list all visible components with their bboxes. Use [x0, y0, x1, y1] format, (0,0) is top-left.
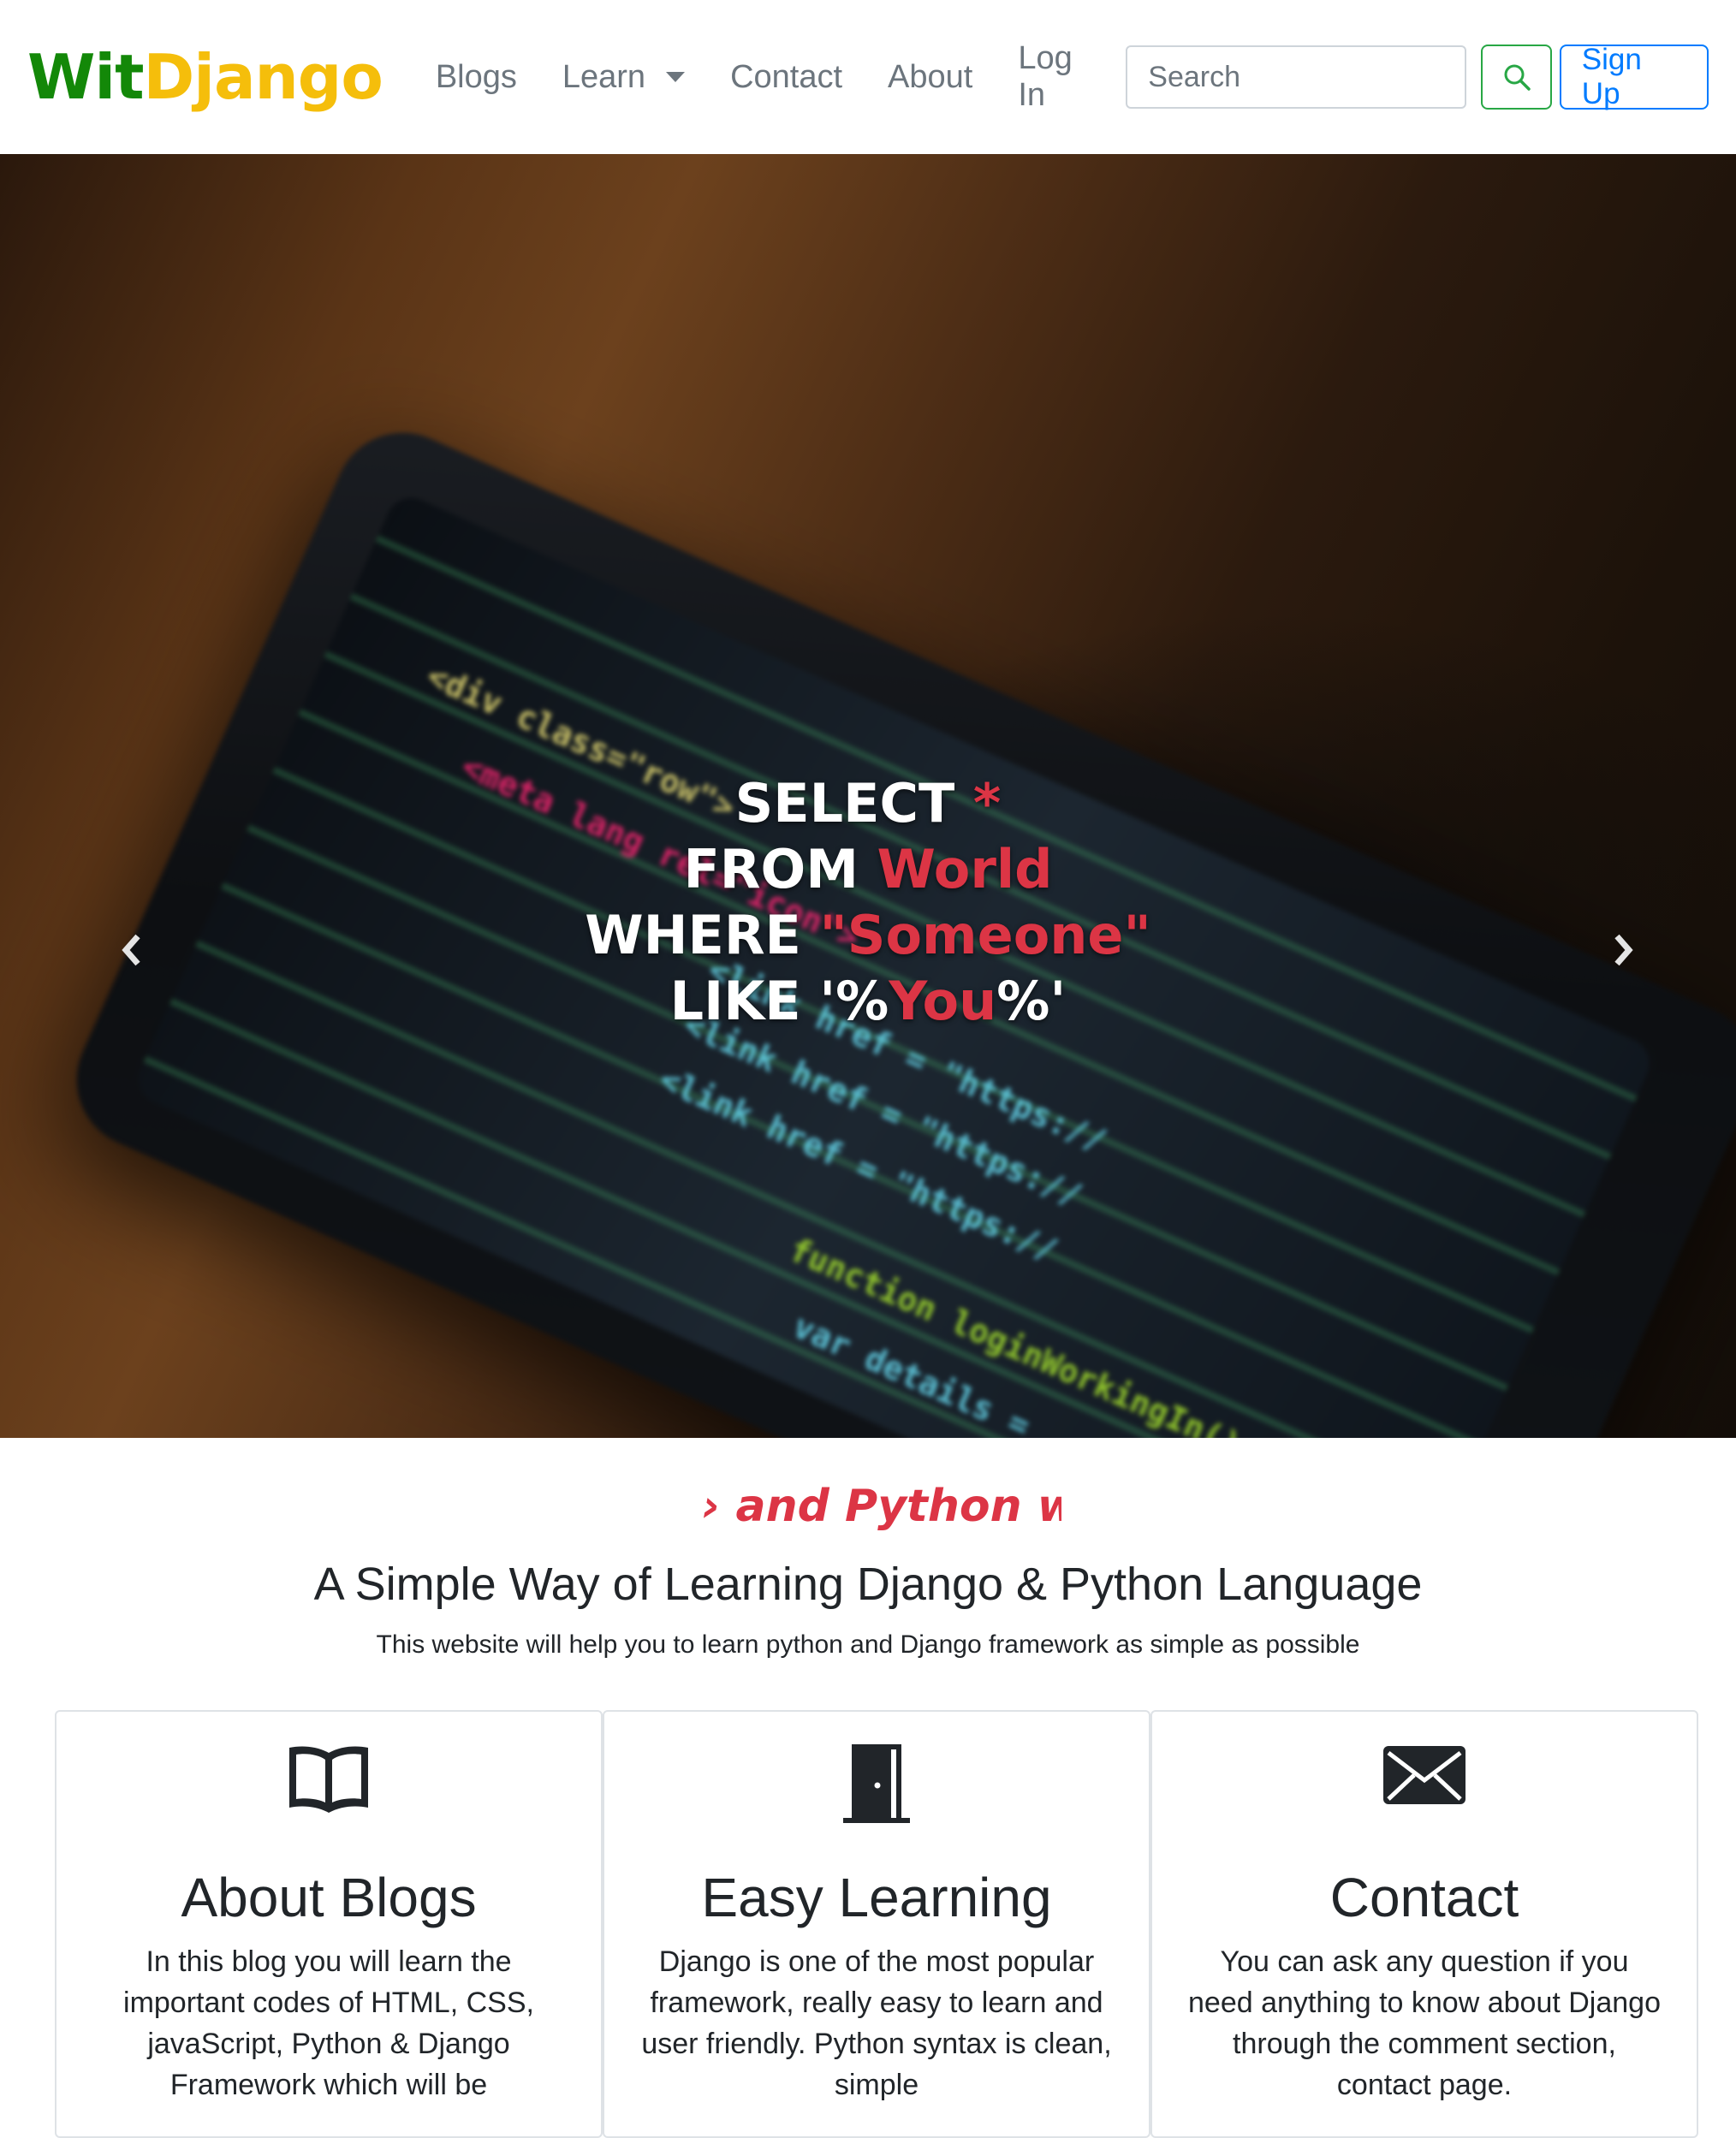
caption-line-1: SELECT *: [0, 770, 1736, 836]
typed-text-animation: › and Python we: [702, 1481, 1061, 1532]
card-text: You can ask any question if you need any…: [1188, 1945, 1661, 2101]
caption-line-2: FROM World: [0, 836, 1736, 902]
carousel-prev-button[interactable]: [106, 924, 158, 976]
nav-link-label: Contact: [730, 58, 843, 95]
nav-link-label: About: [888, 58, 973, 95]
card-title: About Blogs: [181, 1867, 477, 1928]
nav-link-contact[interactable]: Contact: [730, 59, 842, 96]
chevron-right-icon: [1614, 934, 1633, 966]
card-title: Easy Learning: [701, 1867, 1052, 1928]
card-title: Contact: [1329, 1867, 1519, 1928]
nav-link-label: Learn: [562, 58, 646, 95]
search-button[interactable]: [1481, 45, 1552, 110]
nav-link-learn-dropdown[interactable]: Learn: [562, 58, 686, 96]
caption-line-3: WHERE "Someone": [0, 902, 1736, 968]
nav-link-label: Log In: [1018, 40, 1073, 113]
caption-text: SELECT: [734, 772, 973, 834]
hero-carousel: <div class="row"> <meta lang rel="icon">…: [0, 154, 1736, 1438]
signup-label: Sign Up: [1581, 43, 1642, 110]
caption-text: WHERE: [585, 904, 820, 966]
envelope-icon: [1152, 1743, 1697, 1820]
brand-wit: Wit: [27, 41, 145, 113]
caption-text: LIKE '%: [669, 970, 889, 1032]
navbar: WitDjango Blogs Learn Contact About Log …: [0, 0, 1736, 154]
intro-subtitle: This website will help you to learn pyth…: [376, 1630, 1360, 1659]
brand-django: Django: [143, 41, 383, 113]
door-icon: [604, 1743, 1149, 1823]
caret-down-icon: [666, 72, 686, 82]
intro-title: A Simple Way of Learning Django & Python…: [313, 1559, 1423, 1610]
feature-cards: About Blogs In this blog you will learn …: [55, 1710, 1698, 2138]
card-about-blogs: About Blogs In this blog you will learn …: [55, 1710, 603, 2138]
signup-button[interactable]: Sign Up: [1559, 43, 1709, 110]
hero-caption: SELECT * FROM World WHERE "Someone" LIKE…: [0, 770, 1736, 1034]
brand-logo[interactable]: WitDjango: [27, 41, 383, 113]
caption-highlight: *: [972, 772, 1002, 834]
caption-text: FROM: [683, 838, 877, 900]
card-easy-learning: Easy Learning Django is one of the most …: [603, 1710, 1150, 2138]
search-icon: [1504, 64, 1531, 91]
nav-link-login[interactable]: Log In: [1018, 40, 1095, 114]
caption-highlight: World: [877, 838, 1053, 900]
caption-highlight: You: [889, 970, 997, 1032]
book-icon: [56, 1743, 601, 1820]
nav-link-about[interactable]: About: [888, 59, 972, 96]
caption-text: %': [996, 970, 1067, 1032]
card-text: In this blog you will learn the importan…: [123, 1945, 534, 2101]
search-input[interactable]: [1126, 45, 1467, 109]
caption-highlight: "Someone": [819, 904, 1151, 966]
nav-link-label: Blogs: [435, 58, 517, 95]
chevron-left-icon: [122, 934, 140, 966]
caption-line-4: LIKE '%You%': [0, 968, 1736, 1034]
nav-link-blogs[interactable]: Blogs: [436, 59, 517, 96]
nav-links: Blogs Learn Contact About Log In: [436, 40, 1140, 114]
carousel-next-button[interactable]: [1597, 924, 1649, 976]
card-contact: Contact You can ask any question if you …: [1150, 1710, 1698, 2138]
card-text: Django is one of the most popular framew…: [641, 1945, 1112, 2101]
